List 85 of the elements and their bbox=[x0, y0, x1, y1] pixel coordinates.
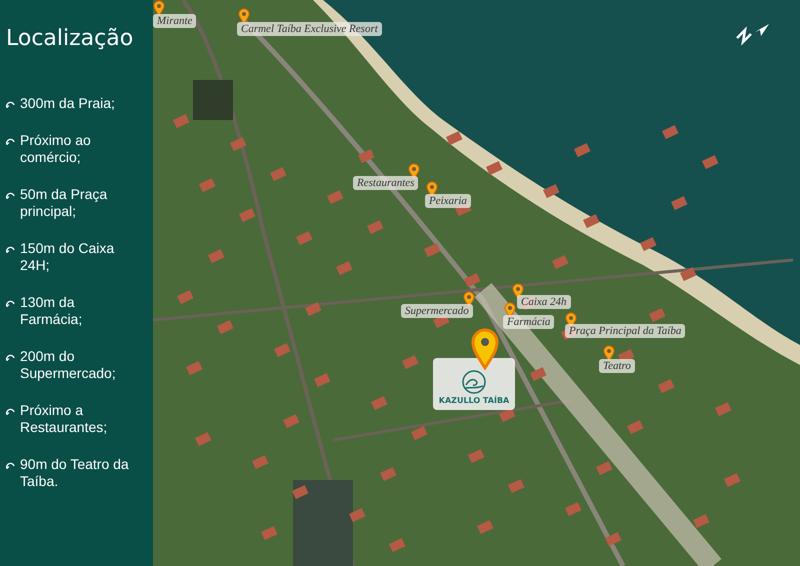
pond bbox=[193, 80, 233, 120]
house-roof bbox=[702, 155, 718, 170]
place-label: Carmel Taíba Exclusive Resort bbox=[237, 22, 382, 36]
house-roof bbox=[583, 214, 600, 228]
feature-text: 300m da Praia; bbox=[20, 95, 116, 112]
house-roof bbox=[680, 267, 696, 282]
curl-arrow-icon bbox=[6, 299, 15, 307]
house-roof bbox=[477, 520, 494, 534]
feature-text: Próximo a Restaurantes; bbox=[20, 402, 108, 436]
house-roof bbox=[349, 508, 366, 522]
house-roof bbox=[649, 308, 666, 322]
house-roof bbox=[358, 149, 374, 164]
place-label: Mirante bbox=[153, 14, 196, 28]
house-roof bbox=[640, 237, 656, 252]
house-roof bbox=[486, 161, 502, 176]
house-roof bbox=[296, 231, 312, 246]
place-label: Caixa 24h bbox=[517, 295, 571, 309]
curl-arrow-icon bbox=[6, 407, 15, 415]
curl-arrow-icon bbox=[6, 137, 15, 145]
location-pin-icon bbox=[471, 328, 499, 370]
feature-text: 150m do Caixa 24H; bbox=[20, 240, 116, 274]
logo-text: KAZULLO TAÍBA bbox=[438, 396, 510, 405]
curl-arrow-icon bbox=[6, 353, 15, 361]
house-roof bbox=[724, 473, 740, 488]
house-roof bbox=[530, 367, 546, 382]
curl-arrow-icon bbox=[6, 191, 15, 199]
house-roof bbox=[565, 502, 582, 516]
house-roof bbox=[371, 396, 388, 410]
place-label: Teatro bbox=[599, 359, 635, 373]
house-roof bbox=[627, 420, 644, 434]
house-roof bbox=[199, 178, 216, 192]
feature-text: 200m do Supermercado; bbox=[20, 348, 117, 382]
feature-text: 50m da Praça principal; bbox=[20, 186, 108, 220]
sidebar-title: Localização bbox=[6, 26, 134, 51]
curl-arrow-icon bbox=[6, 100, 15, 108]
place-label: Praça Principal da Taíba bbox=[565, 324, 686, 338]
house-roof bbox=[402, 355, 418, 370]
house-roof bbox=[662, 125, 678, 140]
house-roof bbox=[305, 302, 322, 316]
house-roof bbox=[446, 131, 462, 146]
house-roof bbox=[367, 220, 384, 234]
house-roof bbox=[499, 408, 516, 422]
house-roof bbox=[715, 402, 732, 416]
house-roof bbox=[574, 143, 590, 158]
house-roof bbox=[173, 114, 190, 128]
house-roof bbox=[658, 379, 674, 394]
place-label: Peixaria bbox=[425, 194, 471, 208]
house-roof bbox=[239, 208, 256, 222]
house-roof bbox=[230, 137, 246, 152]
curl-arrow-icon bbox=[6, 245, 15, 253]
house-roof bbox=[693, 514, 710, 528]
house-roof bbox=[270, 167, 286, 182]
feature-text: Próximo ao comércio; bbox=[20, 132, 92, 166]
house-roof bbox=[314, 373, 330, 388]
house-roof bbox=[186, 361, 202, 376]
place-label: Restaurantes bbox=[353, 176, 418, 190]
house-roof bbox=[424, 243, 440, 258]
house-roof bbox=[177, 290, 194, 304]
house-roof bbox=[468, 449, 484, 464]
house-roof bbox=[508, 479, 524, 494]
house-roof bbox=[292, 485, 308, 500]
house-roof bbox=[389, 538, 406, 552]
house-roof bbox=[336, 261, 352, 276]
house-roof bbox=[464, 273, 480, 288]
place-label: Supermercado bbox=[401, 304, 473, 318]
house-roof bbox=[596, 461, 612, 476]
house-roof bbox=[380, 467, 396, 482]
house-roof bbox=[552, 255, 568, 270]
house-roof bbox=[327, 190, 344, 204]
wave-logo-icon bbox=[461, 370, 487, 394]
feature-text: 90m do Teatro da Taíba. bbox=[20, 456, 130, 490]
house-roof bbox=[261, 526, 278, 540]
house-roof bbox=[217, 320, 234, 334]
place-label: Farmácia bbox=[503, 315, 554, 329]
house-roof bbox=[195, 432, 212, 446]
house-roof bbox=[411, 426, 428, 440]
house-roof bbox=[671, 196, 688, 210]
house-roof bbox=[543, 184, 560, 198]
house-roof bbox=[283, 414, 300, 428]
house-roof bbox=[605, 532, 622, 546]
curl-arrow-icon bbox=[6, 461, 15, 469]
house-roof bbox=[252, 455, 268, 470]
feature-text: 130m da Farmácia; bbox=[20, 294, 84, 328]
house-roof bbox=[208, 249, 224, 264]
house-roof bbox=[274, 343, 290, 358]
